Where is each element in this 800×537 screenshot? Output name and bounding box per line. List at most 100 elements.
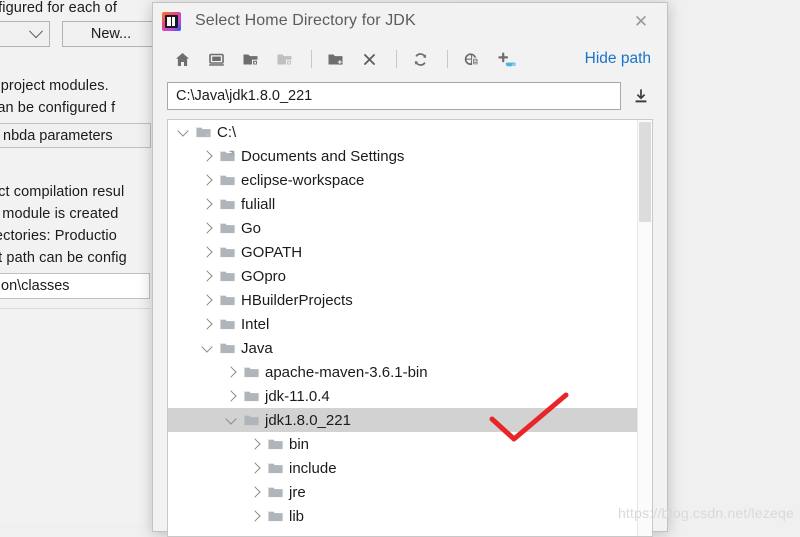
intellij-idea-icon: [162, 11, 181, 31]
close-icon[interactable]: ✕: [621, 6, 661, 36]
tree-row-label: C:\: [217, 123, 237, 141]
directory-tree-panel[interactable]: C:\ Documents and Settings eclipse-workspa…: [167, 119, 653, 537]
chevron-right-icon[interactable]: [198, 264, 216, 288]
folder-icon: [264, 432, 286, 456]
hide-path-link[interactable]: Hide path: [585, 50, 657, 68]
tree-row-label: eclipse-workspace: [241, 171, 365, 189]
tree-row[interactable]: GOPATH: [168, 240, 637, 264]
tree-row[interactable]: Intel: [168, 312, 637, 336]
tree-row[interactable]: Go: [168, 216, 637, 240]
bg-description-line-7: ut path can be config: [0, 250, 127, 266]
bg-field-lambda-parameters[interactable]: nbda parameters: [0, 123, 151, 148]
tree-row[interactable]: GOpro: [168, 264, 637, 288]
tree-row[interactable]: bin: [168, 432, 637, 456]
folder-icon: [216, 216, 238, 240]
folder-icon: [264, 504, 286, 528]
chevron-right-icon[interactable]: [246, 504, 264, 528]
tree-row[interactable]: apache-maven-3.6.1-bin: [168, 360, 637, 384]
toolbar-separator: [447, 50, 448, 68]
path-input[interactable]: C:\Java\jdk1.8.0_221: [167, 82, 621, 110]
chevron-right-icon[interactable]: [198, 288, 216, 312]
tree-row-label: Go: [241, 219, 262, 237]
desktop-icon[interactable]: [201, 44, 231, 74]
tree-row[interactable]: jdk1.8.0_221: [168, 408, 637, 432]
chevron-right-icon[interactable]: [222, 360, 240, 384]
tree-row-label: include: [289, 459, 337, 477]
new-button[interactable]: New...: [62, 21, 160, 47]
bg-control-row: New...: [0, 21, 160, 47]
tree-row-label: bin: [289, 435, 310, 453]
bg-description-line-3: can be configured f: [0, 100, 116, 116]
chevron-right-icon[interactable]: [198, 192, 216, 216]
bg-description-line-1: nfigured for each of: [0, 0, 117, 16]
folder-icon: [216, 264, 238, 288]
folder-icon: [264, 480, 286, 504]
tree-scrollbar[interactable]: [637, 120, 652, 536]
tree-row-label: jdk1.8.0_221: [265, 411, 351, 429]
tree-row[interactable]: C:\: [168, 120, 637, 144]
dialog-titlebar: Select Home Directory for JDK ✕: [153, 3, 667, 39]
folder-icon: [216, 336, 238, 360]
toolbar-separator: [396, 50, 397, 68]
tree-row-label: Documents and Settings: [241, 147, 405, 165]
tree-row[interactable]: Java: [168, 336, 637, 360]
chevron-right-icon[interactable]: [198, 144, 216, 168]
tree-row[interactable]: jdk-11.0.4: [168, 384, 637, 408]
bg-description-line-5: h module is created: [0, 206, 119, 222]
chevron-right-icon[interactable]: [246, 456, 264, 480]
tree-row[interactable]: HBuilderProjects: [168, 288, 637, 312]
tree-row[interactable]: jre: [168, 480, 637, 504]
tree-row[interactable]: eclipse-workspace: [168, 168, 637, 192]
bg-description-line-4: ect compilation resul: [0, 184, 125, 200]
drive-folder-icon: [192, 120, 214, 144]
tree-row-label: GOPATH: [241, 243, 303, 261]
refresh-icon[interactable]: [405, 44, 435, 74]
delete-icon[interactable]: [354, 44, 384, 74]
bg-description-line-6: rectories: Productio: [0, 228, 117, 244]
tree-row[interactable]: include: [168, 456, 637, 480]
chevron-down-icon: [28, 24, 44, 39]
chevron-right-icon[interactable]: [198, 312, 216, 336]
dialog-toolbar: Hide path: [153, 39, 667, 79]
bg-description-line-2: ll project modules.: [0, 78, 109, 94]
watermark: https://blog.csdn.net/lezeqe: [617, 505, 794, 521]
folder-icon: [240, 360, 262, 384]
new-folder-icon[interactable]: [320, 44, 350, 74]
toolbar-separator: [311, 50, 312, 68]
folder-icon: [216, 312, 238, 336]
folder-shortcut-icon: [216, 144, 238, 168]
bg-output-path-field[interactable]: on\classes: [0, 273, 150, 299]
chevron-right-icon[interactable]: [198, 216, 216, 240]
chevron-right-icon[interactable]: [198, 240, 216, 264]
bg-divider: [0, 308, 150, 333]
show-hidden-files-icon[interactable]: [456, 44, 486, 74]
chevron-right-icon[interactable]: [246, 480, 264, 504]
download-arrow-icon[interactable]: [629, 82, 653, 110]
dialog-title: Select Home Directory for JDK: [195, 12, 416, 29]
folder-icon: [240, 408, 262, 432]
path-row: C:\Java\jdk1.8.0_221: [153, 79, 667, 113]
folder-icon: [216, 288, 238, 312]
chevron-down-icon[interactable]: [198, 336, 216, 360]
home-icon[interactable]: [167, 44, 197, 74]
tree-scrollbar-thumb[interactable]: [639, 122, 651, 222]
tree-row-label: apache-maven-3.6.1-bin: [265, 363, 428, 381]
tree-row[interactable]: lib: [168, 504, 637, 528]
directory-tree[interactable]: C:\ Documents and Settings eclipse-workspa…: [168, 120, 637, 536]
tree-row[interactable]: Documents and Settings: [168, 144, 637, 168]
chevron-down-icon[interactable]: [174, 120, 192, 144]
chevron-down-icon[interactable]: [222, 408, 240, 432]
tree-row[interactable]: fuliall: [168, 192, 637, 216]
tree-row-label: lib: [289, 507, 305, 525]
tree-row-label: fuliall: [241, 195, 276, 213]
project-folder-icon[interactable]: [235, 44, 265, 74]
folder-icon: [240, 384, 262, 408]
chevron-right-icon[interactable]: [198, 168, 216, 192]
chevron-right-icon[interactable]: [222, 384, 240, 408]
chevron-right-icon[interactable]: [246, 432, 264, 456]
folder-icon: [216, 168, 238, 192]
add-jdk-icon[interactable]: [490, 44, 520, 74]
folder-icon: [216, 240, 238, 264]
tree-row-label: Intel: [241, 315, 270, 333]
bg-dropdown[interactable]: [0, 21, 50, 47]
